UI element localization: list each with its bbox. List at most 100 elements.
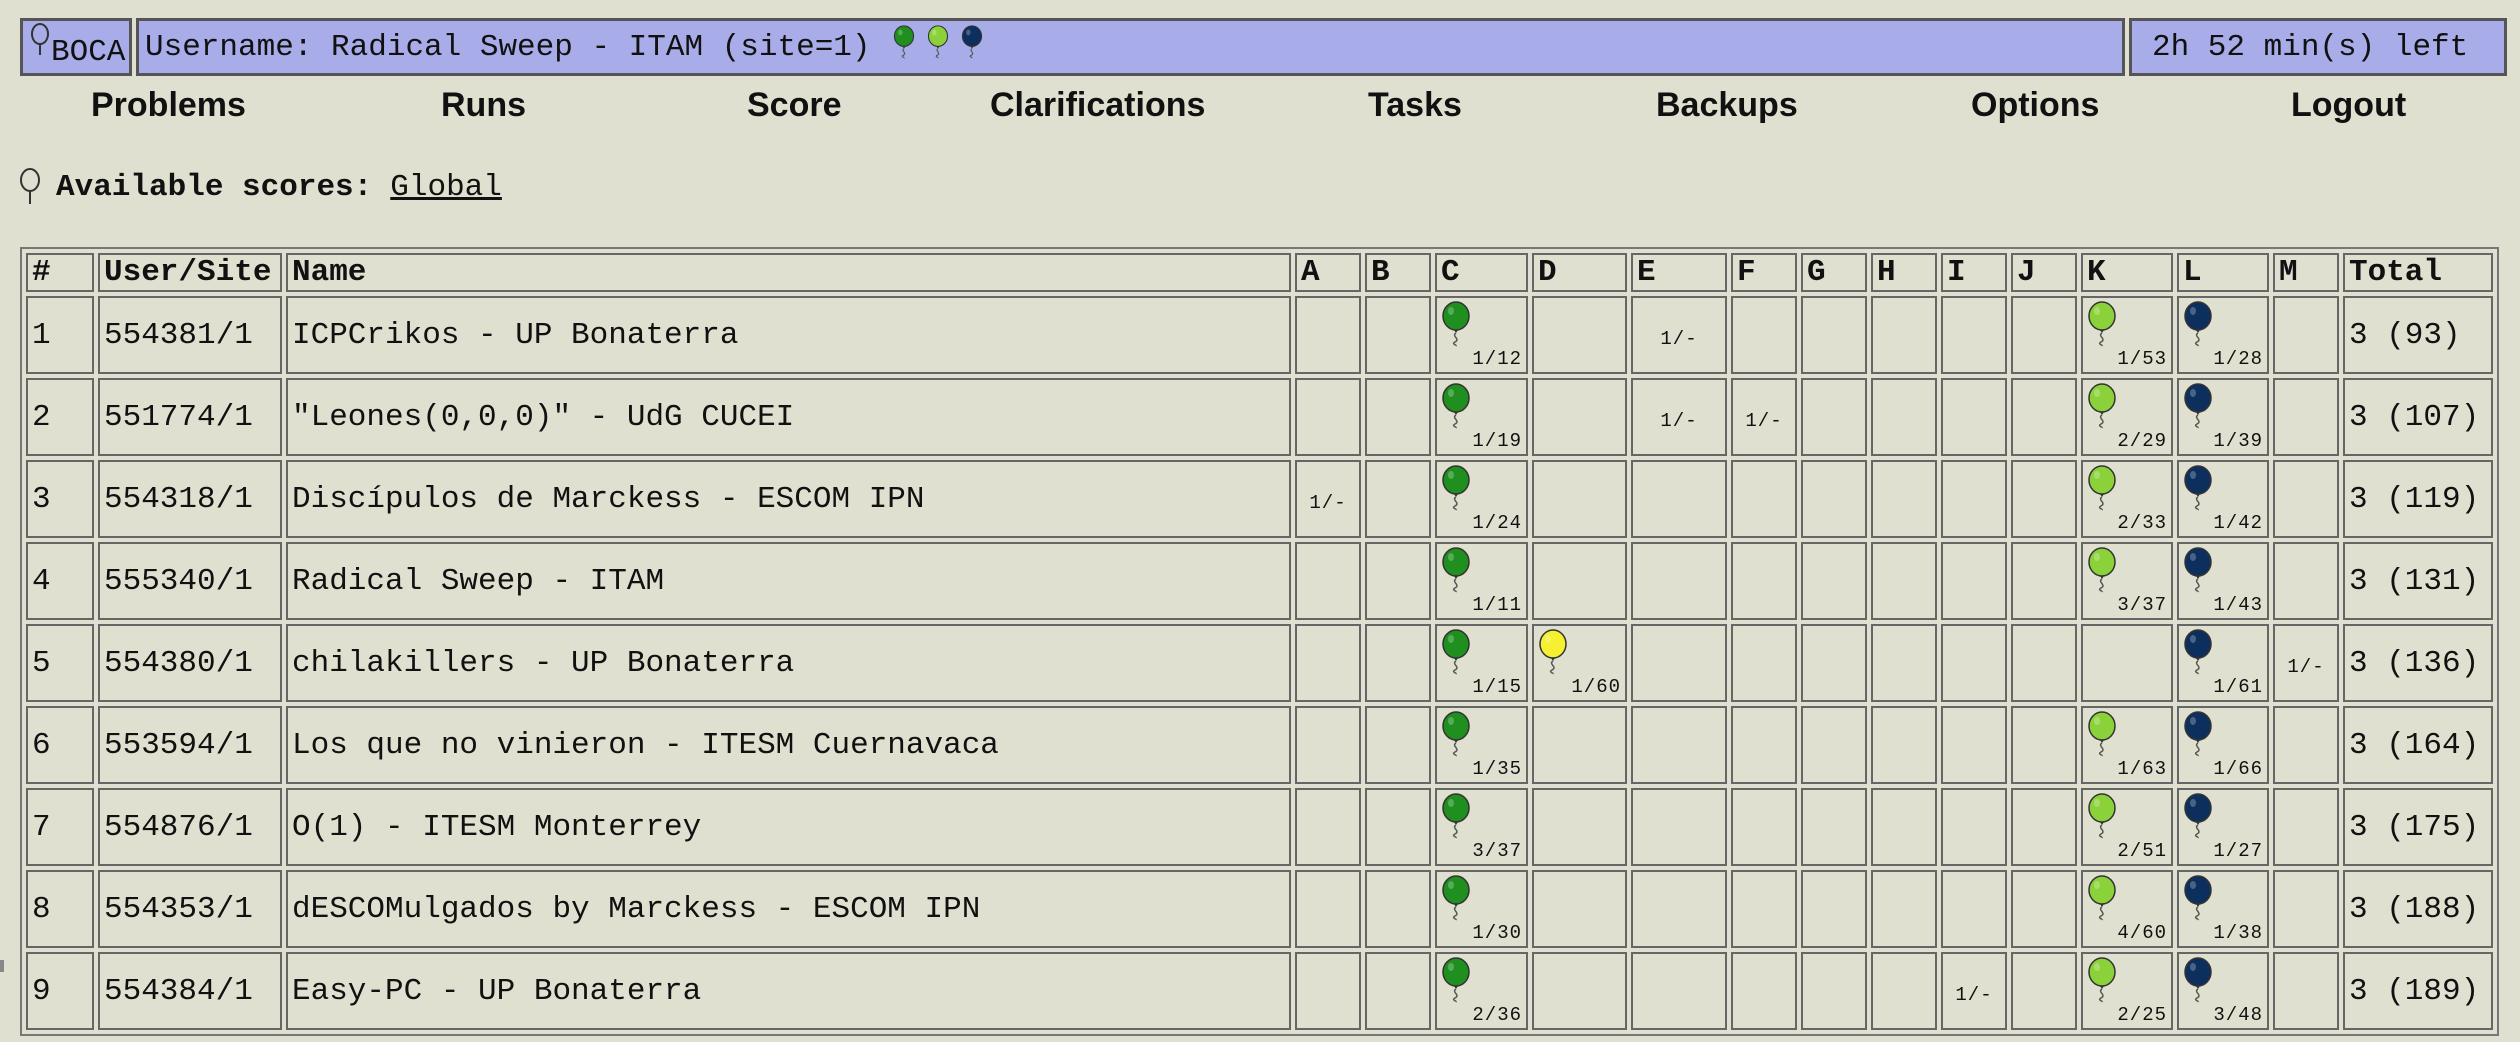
nav-score[interactable]: Score [747, 86, 842, 125]
rank-cell: 4 [26, 542, 94, 620]
problem-cell-l: 1/39 [2177, 378, 2269, 456]
problem-cell-f [1731, 460, 1797, 538]
problem-cell-f [1731, 870, 1797, 948]
problem-cell-c: 1/30 [1435, 870, 1528, 948]
problem-cell-b [1365, 378, 1431, 456]
problem-cell-l: 3/48 [2177, 952, 2269, 1030]
problem-attempts: 1/- [1309, 492, 1347, 514]
available-scores-label: Available scores: [56, 169, 373, 205]
problem-cell-i [1941, 870, 2007, 948]
problem-score: 1/61 [2213, 676, 2263, 698]
balloon-icon [1442, 875, 1470, 921]
problem-cell-e [1631, 788, 1727, 866]
column-header: Name [286, 253, 1291, 292]
problem-cell-f [1731, 788, 1797, 866]
problem-cell-f [1731, 624, 1797, 702]
user-site-cell: 555340/1 [98, 542, 282, 620]
nav-clarifications[interactable]: Clarifications [990, 86, 1205, 125]
problem-cell-i [1941, 460, 2007, 538]
total-cell: 3 (189) [2343, 952, 2493, 1030]
problem-cell-l: 1/61 [2177, 624, 2269, 702]
nav-runs[interactable]: Runs [441, 86, 526, 125]
problem-cell-b [1365, 460, 1431, 538]
problem-cell-e: 1/- [1631, 296, 1727, 374]
problem-cell-j [2011, 296, 2077, 374]
problem-cell-m [2273, 460, 2339, 538]
team-name-cell: Easy-PC - UP Bonaterra [286, 952, 1291, 1030]
problem-cell-d [1532, 788, 1627, 866]
time-left: 2h 52 min(s) left [2129, 18, 2507, 76]
header-balloon-icon [893, 25, 914, 59]
problem-cell-g [1801, 788, 1867, 866]
problem-cell-e [1631, 952, 1727, 1030]
column-header: I [1941, 253, 2007, 292]
user-site-cell: 551774/1 [98, 378, 282, 456]
total-cell: 3 (131) [2343, 542, 2493, 620]
problem-score: 1/63 [2117, 758, 2167, 780]
rank-cell: 3 [26, 460, 94, 538]
problem-cell-i [1941, 706, 2007, 784]
problem-cell-j [2011, 870, 2077, 948]
nav-logout[interactable]: Logout [2291, 86, 2406, 125]
problem-attempts: 1/- [1955, 984, 1993, 1006]
problem-cell-h [1871, 460, 1937, 538]
problem-cell-m [2273, 378, 2339, 456]
time-left-text: 2h 52 min(s) left [2152, 29, 2469, 65]
team-name-cell: O(1) - ITESM Monterrey [286, 788, 1291, 866]
user-site-cell: 554353/1 [98, 870, 282, 948]
column-header: K [2081, 253, 2173, 292]
rank-cell: 6 [26, 706, 94, 784]
problem-cell-b [1365, 788, 1431, 866]
table-row: 9 554384/1 Easy-PC - UP Bonaterra 2/36 1/- 2/… [26, 952, 2493, 1030]
problem-score: 1/12 [1472, 348, 1522, 370]
problem-cell-e [1631, 624, 1727, 702]
rank-cell: 7 [26, 788, 94, 866]
team-name-cell: dESCOMulgados by Marckess - ESCOM IPN [286, 870, 1291, 948]
problem-cell-k: 2/33 [2081, 460, 2173, 538]
problem-cell-c: 1/11 [1435, 542, 1528, 620]
problem-cell-c: 1/24 [1435, 460, 1528, 538]
rank-cell: 2 [26, 378, 94, 456]
problem-cell-c: 1/15 [1435, 624, 1528, 702]
nav-options[interactable]: Options [1971, 86, 2099, 125]
problem-cell-j [2011, 788, 2077, 866]
problem-cell-a [1295, 952, 1361, 1030]
problem-cell-m [2273, 870, 2339, 948]
table-header-row: # User/Site Name A B C D E F G H I J K L M Total [26, 253, 2493, 292]
balloon-icon [2088, 793, 2116, 839]
global-score-link[interactable]: Global [390, 170, 502, 205]
column-header: # [26, 253, 94, 292]
nav-tasks[interactable]: Tasks [1368, 86, 1462, 125]
problem-cell-g [1801, 870, 1867, 948]
problem-score: 1/19 [1472, 430, 1522, 452]
balloon-icon [1442, 547, 1470, 593]
problem-cell-f: 1/- [1731, 378, 1797, 456]
rank-cell: 5 [26, 624, 94, 702]
problem-cell-g [1801, 542, 1867, 620]
nav-backups[interactable]: Backups [1656, 86, 1798, 125]
problem-cell-c: 2/36 [1435, 952, 1528, 1030]
problem-cell-e [1631, 706, 1727, 784]
problem-cell-a [1295, 378, 1361, 456]
balloon-icon [2184, 465, 2212, 511]
problem-score: 3/37 [1472, 840, 1522, 862]
problem-cell-m [2273, 542, 2339, 620]
nav-problems[interactable]: Problems [91, 86, 246, 125]
total-cell: 3 (175) [2343, 788, 2493, 866]
table-row: 2 551774/1 "Leones(0,0,0)" - UdG CUCEI 1/19… [26, 378, 2493, 456]
table-row: 4 555340/1 Radical Sweep - ITAM 1/11 3/37 1/4… [26, 542, 2493, 620]
table-row: 8 554353/1 dESCOMulgados by Marckess - ESC… [26, 870, 2493, 948]
problem-cell-c: 1/35 [1435, 706, 1528, 784]
problem-cell-k: 2/51 [2081, 788, 2173, 866]
total-cell: 3 (136) [2343, 624, 2493, 702]
problem-cell-m [2273, 706, 2339, 784]
rank-cell: 1 [26, 296, 94, 374]
column-header: A [1295, 253, 1361, 292]
problem-score: 1/15 [1472, 676, 1522, 698]
column-header: F [1731, 253, 1797, 292]
problem-score: 1/30 [1472, 922, 1522, 944]
balloon-icon [2088, 465, 2116, 511]
problem-score: 1/42 [2213, 512, 2263, 534]
problem-score: 1/60 [1571, 676, 1621, 698]
problem-cell-e [1631, 870, 1727, 948]
